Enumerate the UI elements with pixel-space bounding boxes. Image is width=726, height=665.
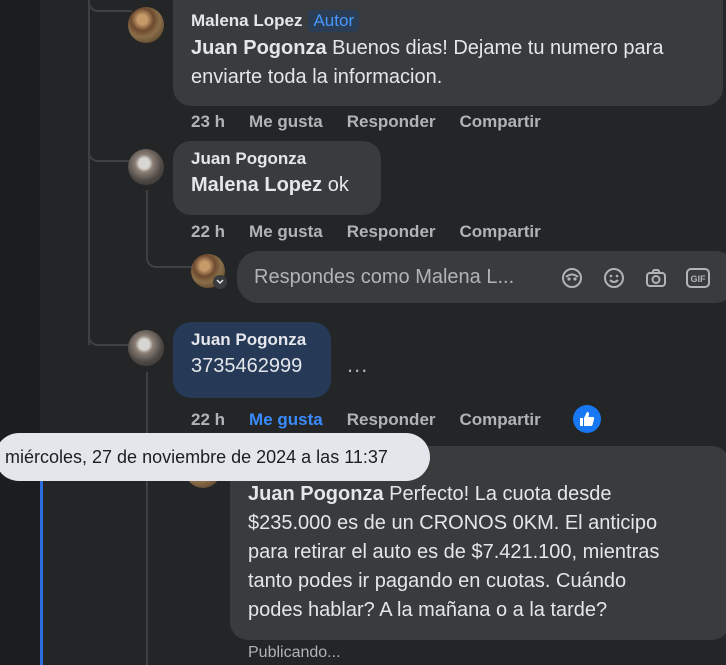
- comment-author[interactable]: Malena Lopez: [191, 11, 302, 30]
- comment-text-line: $235.000 es de un CRONOS 0KM. El anticip…: [248, 512, 658, 534]
- comment-text-line: podes hablar? A la mañana o a la tarde?: [248, 599, 608, 621]
- like-button[interactable]: Me gusta: [249, 410, 323, 430]
- thread-line: [146, 372, 148, 665]
- more-options-button[interactable]: ...: [347, 352, 368, 378]
- comment-text-line: para retirar el auto es de $7.421.100, m…: [248, 541, 660, 563]
- comment-text: Juan Pogonza Perfecto! La cuota desde $2…: [248, 480, 714, 625]
- comment-author[interactable]: Juan Pogonza: [191, 330, 315, 350]
- timestamp[interactable]: 23 h: [191, 112, 225, 132]
- avatar[interactable]: [128, 149, 164, 185]
- thread-connector: [88, 148, 132, 162]
- comment-text-line: ok: [327, 174, 349, 196]
- publishing-status: Publicando...: [248, 644, 341, 661]
- share-button[interactable]: Compartir: [460, 410, 541, 430]
- comment-author[interactable]: Juan Pogonza: [191, 149, 365, 169]
- thread-connector: [146, 248, 194, 268]
- reply-button[interactable]: Responder: [347, 112, 436, 132]
- thread-line: [146, 190, 148, 252]
- comment-actions: 22 h Me gusta Responder Compartir: [191, 222, 541, 242]
- mention[interactable]: Juan Pogonza: [248, 483, 384, 505]
- chevron-down-icon[interactable]: [213, 275, 227, 289]
- like-button[interactable]: Me gusta: [249, 112, 323, 132]
- mention[interactable]: Malena Lopez: [191, 174, 322, 196]
- like-reaction-icon[interactable]: [573, 405, 601, 433]
- svg-text:GIF: GIF: [691, 274, 707, 284]
- composer-icons: GIF: [559, 265, 711, 291]
- camera-icon[interactable]: [643, 265, 669, 291]
- thread-connector: [88, 0, 132, 12]
- thread-connector: [88, 330, 132, 346]
- comment-text: Juan Pogonza Buenos dias! Dejame tu nume…: [191, 34, 707, 92]
- timestamp-tooltip: miércoles, 27 de noviembre de 2024 a las…: [0, 433, 430, 481]
- reply-composer[interactable]: Respondes como Malena L... GIF: [237, 251, 726, 303]
- reply-input[interactable]: Respondes como Malena L...: [254, 266, 514, 289]
- avatar-sticker-icon[interactable]: [559, 265, 585, 291]
- avatar[interactable]: [128, 7, 164, 43]
- comment-actions: 22 h Me gusta Responder Compartir: [191, 410, 541, 430]
- comment-text: Malena Lopez ok: [191, 171, 365, 200]
- gif-icon[interactable]: GIF: [685, 265, 711, 291]
- timestamp[interactable]: 22 h: [191, 410, 225, 430]
- share-button[interactable]: Compartir: [460, 112, 541, 132]
- author-badge: Autor: [308, 10, 360, 32]
- timestamp[interactable]: 22 h: [191, 222, 225, 242]
- left-rail: [0, 0, 40, 665]
- emoji-icon[interactable]: [601, 265, 627, 291]
- comment-text-line: tanto podes ir pagando en cuotas. Cuándo: [248, 570, 627, 592]
- comment-bubble: Juan Pogonza Malena Lopez ok: [173, 141, 381, 215]
- like-button[interactable]: Me gusta: [249, 222, 323, 242]
- comment-text-line: enviarte toda la informacion.: [191, 66, 443, 88]
- comment-text: 3735462999: [191, 355, 303, 377]
- reply-button[interactable]: Responder: [347, 410, 436, 430]
- share-button[interactable]: Compartir: [460, 222, 541, 242]
- thread-line: [88, 0, 90, 345]
- comment-actions: 23 h Me gusta Responder Compartir: [191, 112, 541, 132]
- mention[interactable]: Juan Pogonza: [191, 37, 327, 59]
- comment-text-line: Buenos dias! Dejame tu numero para: [332, 37, 664, 59]
- comment-text-line: Perfecto! La cuota desde: [389, 483, 612, 505]
- comment-bubble: Juan Pogonza 3735462999: [173, 322, 331, 398]
- reply-button[interactable]: Responder: [347, 222, 436, 242]
- avatar[interactable]: [128, 330, 164, 366]
- comment-bubble: Malena Lopez Autor Juan Pogonza Buenos di…: [173, 0, 723, 106]
